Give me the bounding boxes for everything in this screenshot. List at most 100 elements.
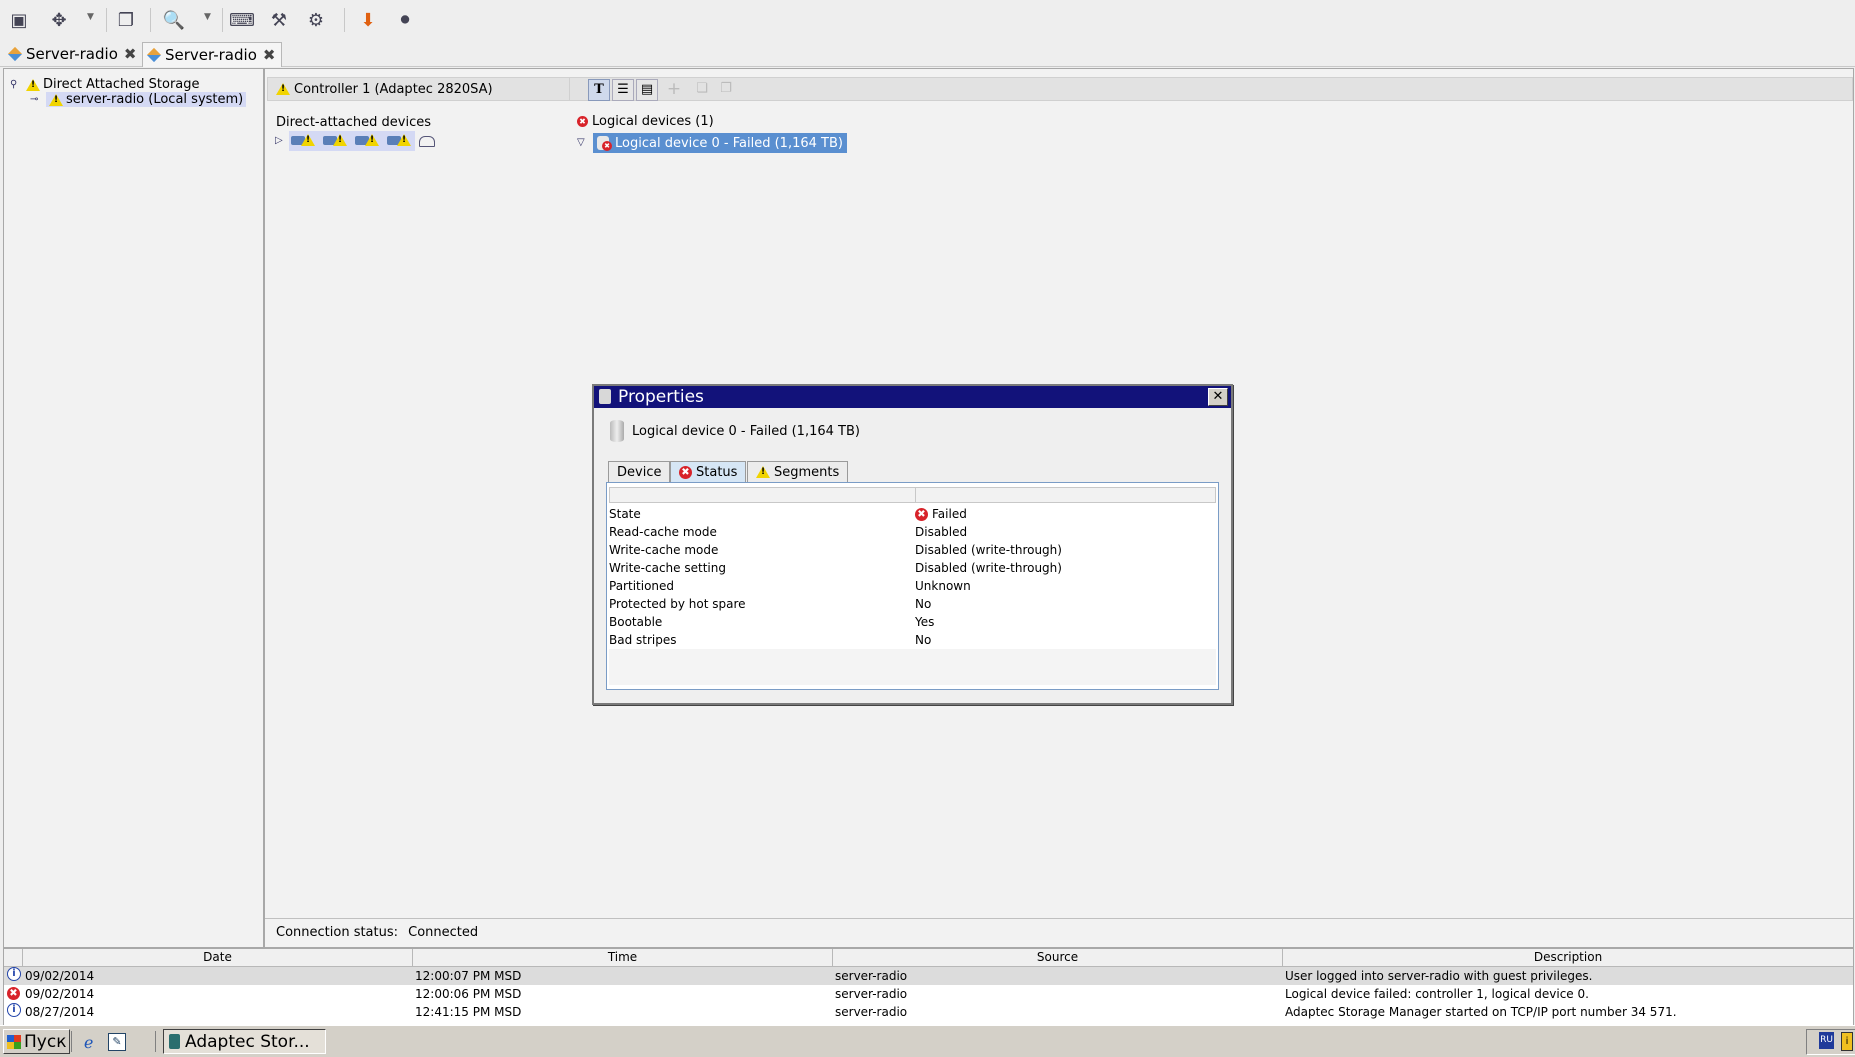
windows-logo-icon: [7, 1034, 21, 1049]
property-value: No: [915, 597, 932, 611]
column-header-description[interactable]: Description: [1283, 949, 1853, 967]
taskbar-window-adaptec[interactable]: Adaptec Stor...: [163, 1029, 326, 1054]
logical-devices-label: Logical devices (1): [592, 114, 714, 129]
ie-icon[interactable]: ℯ: [84, 1033, 93, 1052]
controller-bar[interactable]: Controller 1 (Adaptec 2820SA): [267, 77, 575, 101]
quicklaunch-icon[interactable]: ✎: [108, 1033, 126, 1051]
log-description: Logical device failed: controller 1, log…: [1285, 987, 1589, 1001]
dialog-title-bar[interactable]: Properties ✕: [594, 386, 1231, 408]
tray-icon[interactable]: i: [1841, 1032, 1853, 1051]
tree-node-direct-attached-storage[interactable]: Direct Attached Storage: [26, 77, 200, 92]
disk-icon: [610, 420, 624, 442]
tab-segments[interactable]: Segments: [747, 461, 849, 482]
tab-device[interactable]: Device: [608, 461, 671, 482]
log-row[interactable]: i 08/27/2014 12:41:15 PM MSD server-radi…: [4, 1003, 1853, 1021]
connection-status: Connection status: Connected: [276, 925, 478, 940]
tree-key-icon: ⊸: [30, 94, 39, 105]
property-value: Failed: [932, 507, 967, 521]
disk-warning-icon[interactable]: [323, 133, 347, 147]
disk-warning-icon[interactable]: [387, 133, 411, 147]
add-icon[interactable]: +: [664, 79, 684, 99]
close-tab-icon[interactable]: ✖: [124, 45, 137, 63]
direct-attached-label: Direct-attached devices: [276, 115, 431, 130]
warning-icon: [756, 466, 770, 478]
plug-icon[interactable]: ⚫: [391, 6, 419, 34]
log-row[interactable]: ✖ 09/02/2014 12:00:06 PM MSD server-radi…: [4, 985, 1853, 1003]
dialog-device-name: Logical device 0 - Failed (1,164 TB): [632, 423, 860, 439]
tree-view-icon[interactable]: ▤: [636, 79, 658, 101]
tab-label: Server-radio: [26, 45, 118, 63]
server-icon: [146, 47, 162, 63]
tree-node-server-radio[interactable]: server-radio (Local system): [46, 92, 247, 107]
expand-devices-icon[interactable]: ▷: [275, 135, 283, 146]
text-view-icon[interactable]: T: [588, 79, 610, 101]
column-header-time[interactable]: Time: [413, 949, 833, 967]
property-key: Partitioned: [609, 579, 675, 593]
dialog-device-header: Logical device 0 - Failed (1,164 TB): [610, 420, 860, 442]
tab-server-radio-2[interactable]: Server-radio ✖: [142, 42, 283, 67]
tab-label: Status: [696, 464, 738, 480]
windows-icon[interactable]: ❐: [112, 6, 140, 34]
tab-label: Segments: [774, 464, 840, 480]
paste-icon[interactable]: ❐: [716, 79, 736, 99]
dropdown-arrow-icon[interactable]: ▼: [87, 12, 94, 22]
property-key: State: [609, 507, 641, 521]
connection-status-label: Connection status:: [276, 925, 399, 940]
zoom-icon[interactable]: 🔍: [160, 6, 188, 34]
column-header-date[interactable]: Date: [23, 949, 413, 967]
start-button[interactable]: Пуск: [3, 1029, 70, 1054]
property-key: Bad stripes: [609, 633, 677, 647]
log-date: 09/02/2014: [25, 969, 95, 983]
download-icon[interactable]: ⬇: [354, 6, 382, 34]
error-icon: ✖: [915, 507, 928, 521]
info-icon: i: [7, 1003, 21, 1017]
language-indicator[interactable]: RU: [1819, 1032, 1834, 1049]
tree-node-label: Direct Attached Storage: [43, 77, 200, 92]
tree-expand-icon[interactable]: ⚲: [10, 79, 17, 90]
status-properties-table: State ✖ Failed Read-cache mode Disabled Wri…: [606, 482, 1219, 690]
collapse-logical-icon[interactable]: ▽: [577, 137, 585, 148]
keyboard-icon[interactable]: ⌨: [228, 6, 256, 34]
tools-icon[interactable]: ⚒: [265, 6, 293, 34]
server-icon: [7, 46, 23, 62]
log-row[interactable]: i 09/02/2014 12:00:07 PM MSD server-radi…: [4, 967, 1853, 985]
warning-icon: [276, 83, 290, 95]
controller-label: Controller 1 (Adaptec 2820SA): [294, 81, 493, 97]
copy-icon[interactable]: ❏: [692, 79, 712, 99]
log-time: 12:00:07 PM MSD: [415, 969, 522, 983]
gears-icon[interactable]: ⚙: [302, 6, 330, 34]
event-log: Date Time Source Description i 09/02/201…: [3, 948, 1854, 1026]
enclosure-icon[interactable]: [419, 136, 435, 147]
dropdown-arrow-icon[interactable]: ▼: [204, 12, 211, 22]
warning-icon: [49, 93, 63, 106]
tab-status[interactable]: ✖ Status: [670, 461, 747, 482]
main-toolbar: ▣ ✥ ▼ ❐ 🔍 ▼ ⌨ ⚒ ⚙ ⬇ ⚫: [0, 0, 1855, 40]
log-source: server-radio: [835, 987, 908, 1001]
server-tabs: Server-radio ✖ Server-radio ✖: [0, 40, 1855, 67]
column-header-property[interactable]: [609, 487, 916, 503]
property-row-bad-stripes: Bad stripes No: [609, 631, 1216, 649]
log-description: Adaptec Storage Manager started on TCP/I…: [1285, 1005, 1677, 1019]
physical-devices-strip: [291, 133, 435, 147]
log-date: 08/27/2014: [25, 1005, 95, 1019]
error-icon: ✖: [577, 116, 588, 127]
column-header-value[interactable]: [915, 487, 1216, 503]
disk-warning-icon[interactable]: [291, 133, 315, 147]
log-description: User logged into server-radio with guest…: [1285, 969, 1593, 983]
property-value: Disabled (write-through): [915, 561, 1062, 575]
list-view-icon[interactable]: ☰: [612, 79, 634, 101]
resize-icon[interactable]: ✥: [45, 6, 73, 34]
taskbar: Пуск ℯ ✎ Adaptec Stor... RU i: [0, 1025, 1855, 1057]
tab-server-radio-1[interactable]: Server-radio ✖: [4, 42, 142, 66]
close-dialog-button[interactable]: ✕: [1208, 388, 1228, 406]
close-tab-icon[interactable]: ✖: [263, 46, 276, 64]
property-row-write-cache-setting: Write-cache setting Disabled (write-throu…: [609, 559, 1216, 577]
logical-device-0[interactable]: ✖ Logical device 0 - Failed (1,164 TB): [593, 133, 847, 153]
window-icon[interactable]: ▣: [5, 6, 33, 34]
logical-toolbar: T ☰ ▤ + ❏ ❐: [569, 77, 1853, 101]
disk-warning-icon[interactable]: [355, 133, 379, 147]
property-row-bootable: Bootable Yes: [609, 613, 1216, 631]
column-header-source[interactable]: Source: [833, 949, 1283, 967]
column-header-type[interactable]: [4, 949, 23, 967]
property-key: Read-cache mode: [609, 525, 717, 539]
